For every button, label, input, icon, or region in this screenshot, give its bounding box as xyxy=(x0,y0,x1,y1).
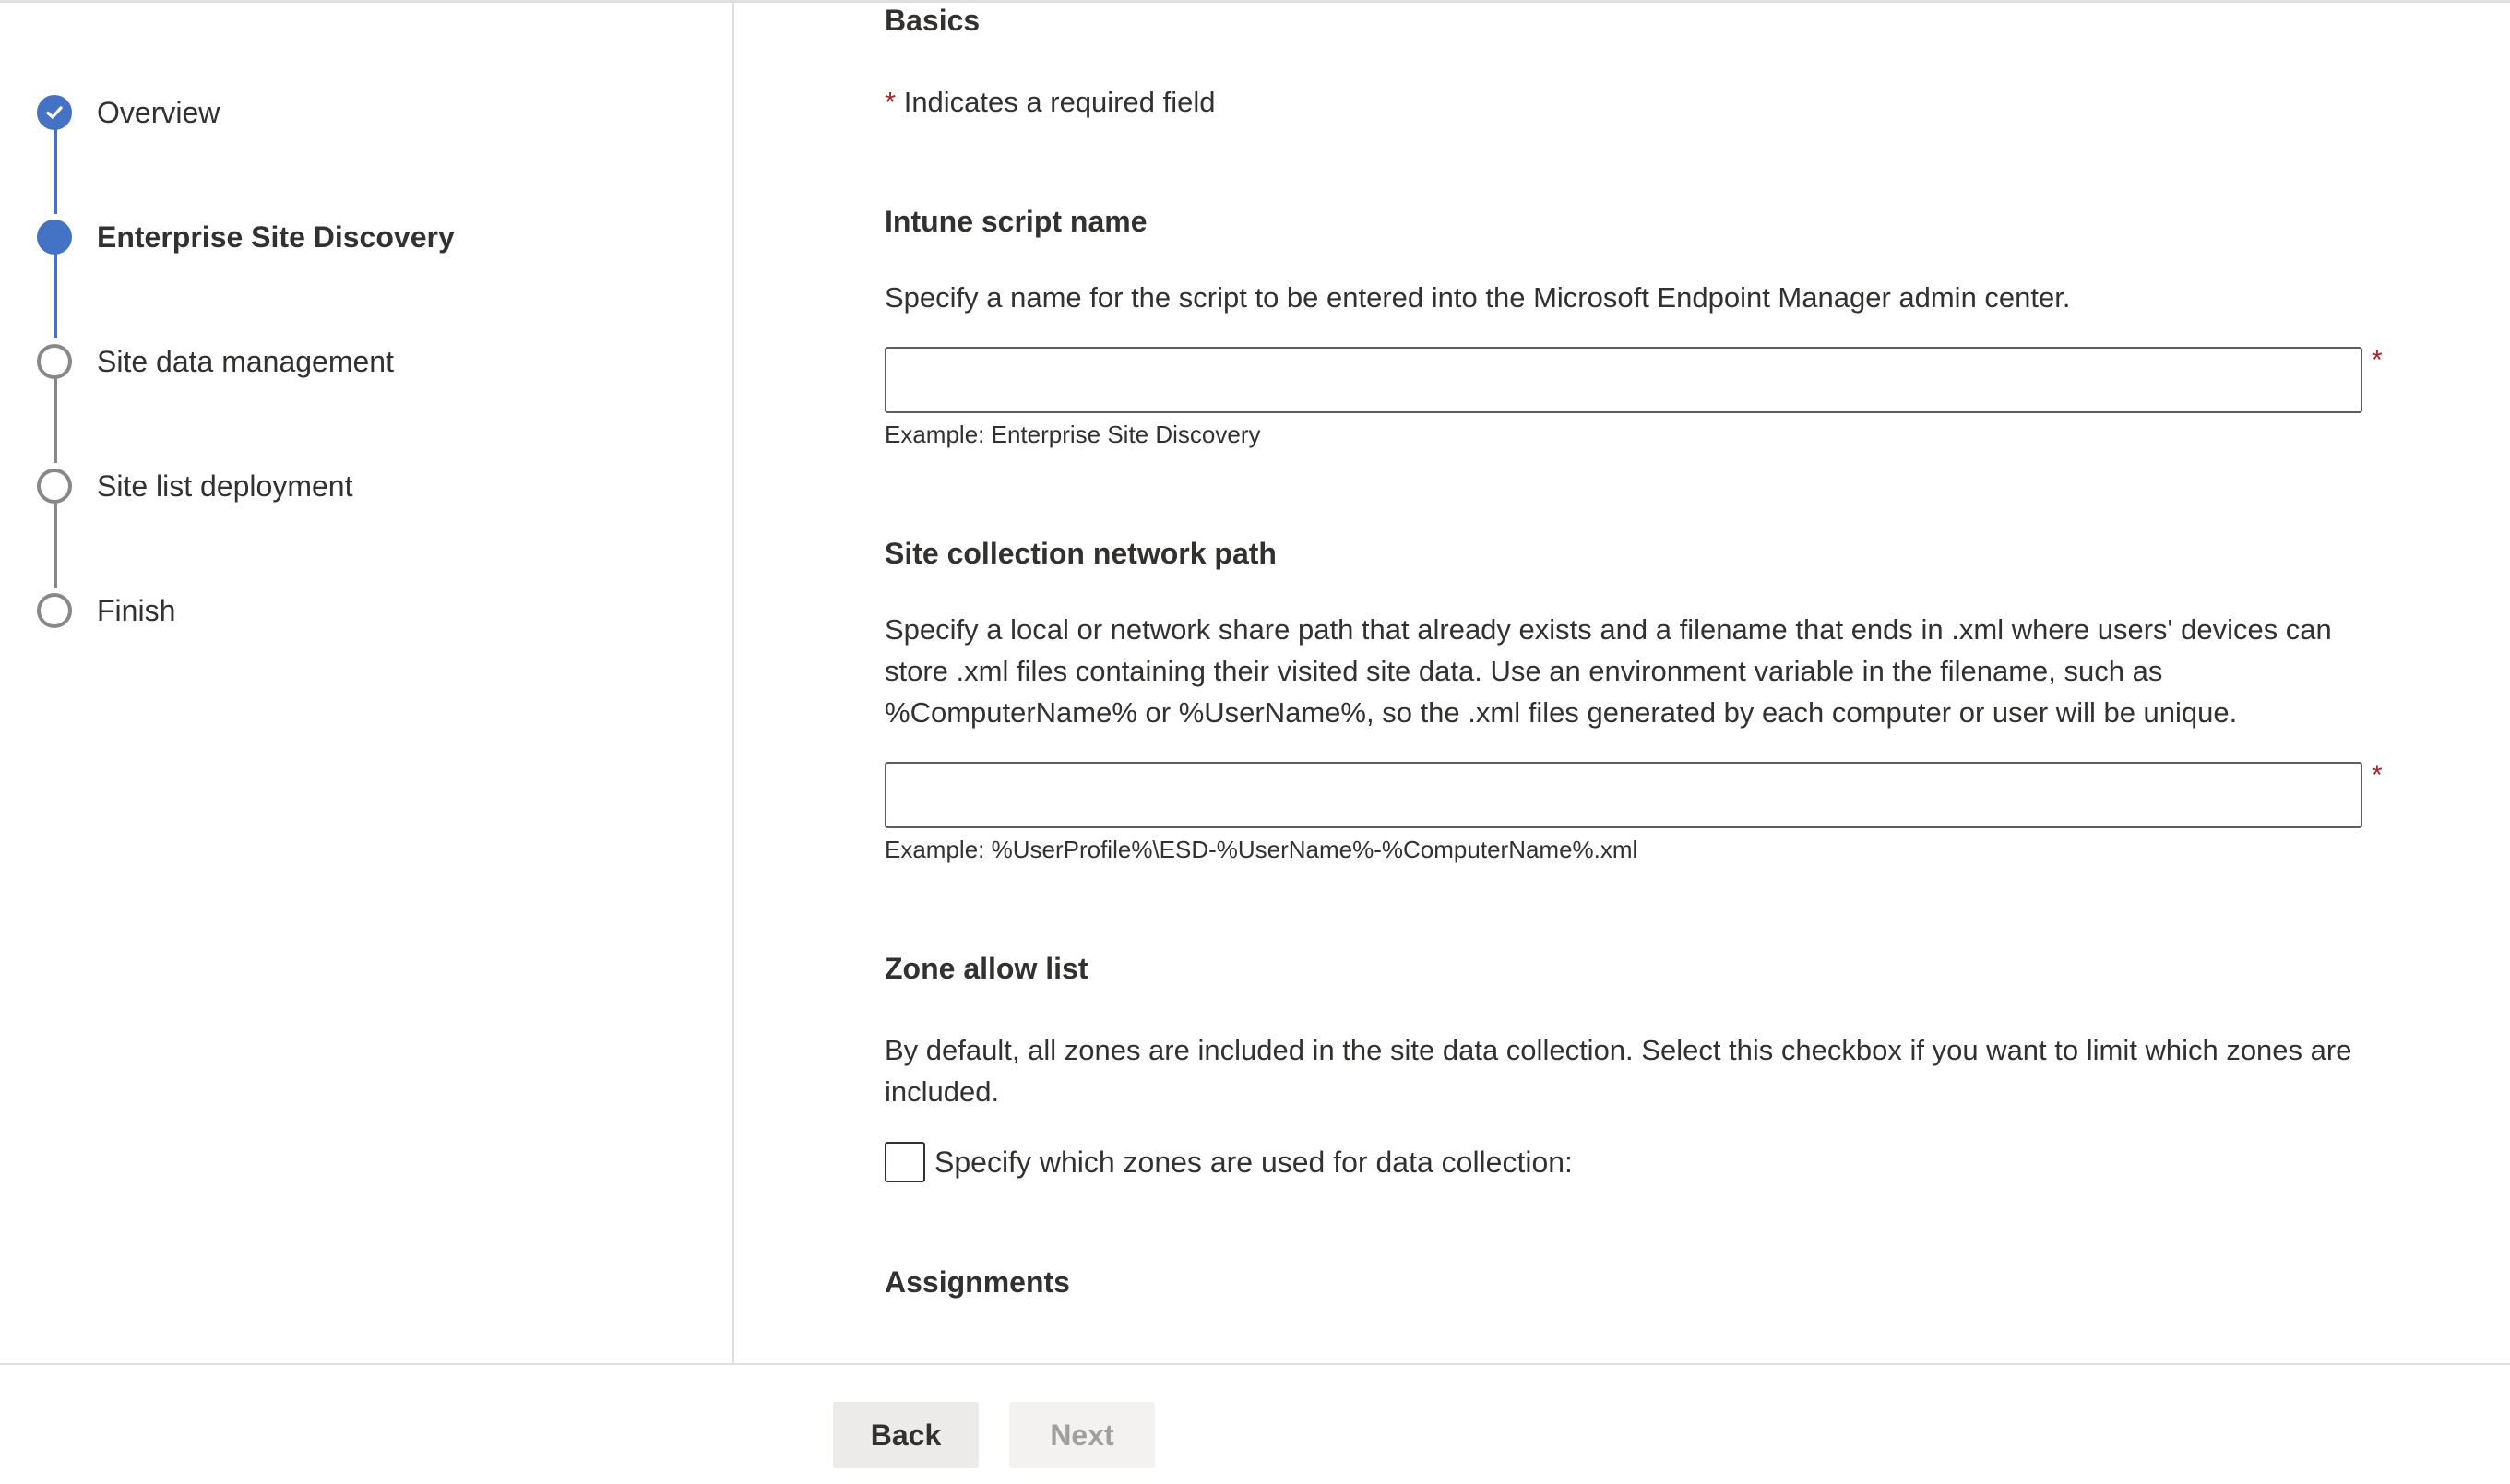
step-site-data-management[interactable]: Site data management xyxy=(37,343,394,380)
current-step-icon xyxy=(37,220,72,255)
back-button[interactable]: Back xyxy=(833,1402,979,1468)
empty-circle-icon xyxy=(37,469,72,504)
required-star: * xyxy=(2372,760,2383,790)
step-label: Enterprise Site Discovery xyxy=(97,220,455,254)
step-connector xyxy=(54,129,57,214)
step-label: Overview xyxy=(97,96,220,129)
checkmark-icon xyxy=(46,106,63,119)
zone-allow-list-heading: Zone allow list xyxy=(885,952,1088,985)
next-button[interactable]: Next xyxy=(1009,1402,1155,1468)
required-note: * Indicates a required field xyxy=(885,81,1215,123)
wizard-footer: Back Next xyxy=(0,1363,2510,1484)
wizard-stepper: Overview Enterprise Site Discovery Site … xyxy=(0,0,734,1363)
empty-circle-icon xyxy=(37,344,72,379)
check-circle-icon xyxy=(37,95,72,130)
step-label: Finish xyxy=(97,594,176,627)
network-path-heading: Site collection network path xyxy=(885,537,1277,570)
zone-allow-list-description: By default, all zones are included in th… xyxy=(885,1034,2352,1108)
required-star: * xyxy=(885,86,897,118)
step-site-list-deployment[interactable]: Site list deployment xyxy=(37,468,352,505)
step-overview[interactable]: Overview xyxy=(37,94,220,131)
script-name-heading: Intune script name xyxy=(885,205,1148,238)
step-connector xyxy=(54,503,57,588)
network-path-description: Specify a local or network share path th… xyxy=(885,613,2332,729)
section-title: Basics xyxy=(885,4,981,37)
script-name-description: Specify a name for the script to be ente… xyxy=(885,281,2071,314)
step-label: Site data management xyxy=(97,345,394,378)
step-connector xyxy=(54,254,57,338)
zones-checkbox-label[interactable]: Specify which zones are used for data co… xyxy=(934,1146,1573,1180)
step-connector xyxy=(54,378,57,463)
empty-circle-icon xyxy=(37,593,72,628)
zones-checkbox[interactable] xyxy=(885,1142,925,1182)
assignments-heading: Assignments xyxy=(885,1265,1070,1299)
script-name-input[interactable] xyxy=(885,347,2362,413)
step-finish[interactable]: Finish xyxy=(37,592,175,629)
required-star: * xyxy=(2372,345,2383,375)
step-label: Site list deployment xyxy=(97,469,353,503)
script-name-example: Example: Enterprise Site Discovery xyxy=(885,421,1261,448)
required-note-text: Indicates a required field xyxy=(903,86,1216,118)
network-path-example: Example: %UserProfile%\ESD-%UserName%-%C… xyxy=(885,836,1638,863)
network-path-input[interactable] xyxy=(885,762,2362,828)
step-enterprise-site-discovery[interactable]: Enterprise Site Discovery xyxy=(37,219,455,255)
